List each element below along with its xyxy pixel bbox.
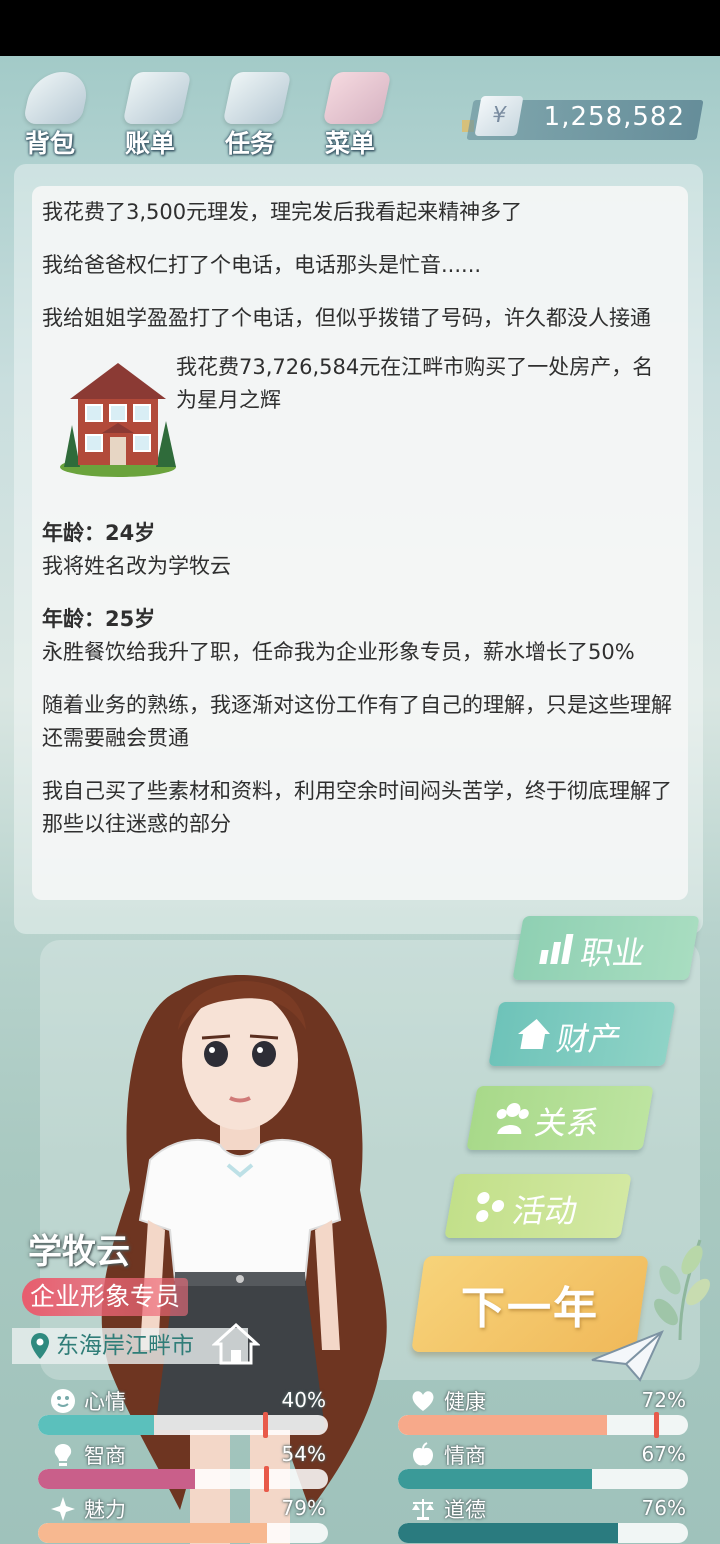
- stat-fill: [38, 1469, 195, 1489]
- next-year-label: 下一年: [461, 1283, 599, 1334]
- location-pin-icon: [31, 1333, 49, 1359]
- career-label: 职业: [577, 934, 649, 972]
- property-button[interactable]: 财产: [488, 1002, 676, 1066]
- age-heading: 年龄：25岁: [42, 607, 156, 631]
- log-entry: 我自己买了些素材和资料，利用空余时间闷头苦学，终于彻底理解了那些以往迷惑的部分: [42, 779, 672, 836]
- apple-icon: [413, 1442, 433, 1466]
- log-entry: 我给爸爸权仁打了个电话，电话那头是忙音......: [42, 253, 482, 277]
- log-entry: 永胜餐饮给我升了职，任命我为企业形象专员，薪水增长了50%: [42, 640, 635, 664]
- heart-icon: [412, 1391, 434, 1411]
- backpack-label: 背包: [24, 129, 75, 158]
- stat-bar: [38, 1469, 328, 1489]
- status-bar: [0, 0, 720, 56]
- stat-eq: 情商 67%: [398, 1436, 688, 1489]
- relations-button[interactable]: 关系: [466, 1086, 654, 1150]
- house-outline-icon[interactable]: [212, 1322, 260, 1366]
- stat-morality: 道德 76%: [398, 1490, 688, 1543]
- stat-fill: [38, 1415, 154, 1435]
- property-label: 财产: [553, 1020, 625, 1058]
- log-entry: 我将姓名改为学牧云: [42, 554, 231, 578]
- stat-change-marker: [264, 1466, 269, 1492]
- activity-icon: [476, 1192, 505, 1222]
- task-button[interactable]: 任务: [210, 64, 300, 164]
- career-button[interactable]: 职业: [512, 916, 700, 980]
- character-name: 学牧云: [28, 1232, 130, 1272]
- stat-bar: [398, 1415, 688, 1435]
- smiley-icon: [51, 1389, 75, 1413]
- backpack-button[interactable]: 背包: [10, 64, 100, 164]
- chart-icon: [539, 934, 574, 964]
- stat-bar: [398, 1523, 688, 1543]
- stat-fill: [398, 1523, 619, 1543]
- stat-value: 79%: [281, 1496, 326, 1520]
- people-icon: [496, 1103, 529, 1134]
- stat-fill: [398, 1415, 607, 1435]
- scales-icon: [412, 1499, 434, 1520]
- menu-button[interactable]: 菜单: [310, 64, 400, 164]
- lightbulb-icon: [54, 1444, 72, 1466]
- stat-name: 智商: [84, 1444, 126, 1468]
- stat-bar: [398, 1469, 688, 1489]
- stat-value: 40%: [281, 1388, 326, 1412]
- stat-change-marker: [263, 1412, 268, 1438]
- task-icon: [222, 72, 292, 124]
- job-badge: 企业形象专员: [22, 1278, 189, 1316]
- menu-icon: [322, 72, 392, 124]
- stat-value: 54%: [281, 1442, 326, 1466]
- yuan-icon: ¥: [474, 96, 524, 136]
- stat-mood: 心情 40%: [38, 1382, 328, 1438]
- stat-name: 道德: [444, 1498, 486, 1522]
- activities-button[interactable]: 活动: [444, 1174, 632, 1238]
- paper-plane-icon: [591, 1330, 664, 1382]
- age-heading: 年龄：24岁: [42, 521, 156, 545]
- stat-charm: 魅力 79%: [38, 1490, 328, 1543]
- stat-fill: [398, 1469, 593, 1489]
- stat-bar: [38, 1523, 328, 1543]
- menu-label: 菜单: [324, 129, 375, 158]
- stat-iq: 智商 54%: [38, 1436, 328, 1492]
- log-entry: 我花费了3,500元理发，理完发后我看起来精神多了: [42, 200, 523, 224]
- log-entry: 我给姐姐学盈盈打了个电话，但似乎拨错了号码，许久都没人接通: [42, 306, 651, 330]
- stat-value: 67%: [641, 1442, 686, 1466]
- stat-name: 情商: [444, 1444, 486, 1468]
- location-text: 东海岸江畔市: [56, 1333, 194, 1359]
- log-entry: 随着业务的熟练，我逐渐对这份工作有了自己的理解，只是这些理解还需要融会贯通: [42, 693, 672, 750]
- stat-value: 76%: [641, 1496, 686, 1520]
- stat-value: 72%: [641, 1388, 686, 1412]
- stat-bar: [38, 1415, 328, 1435]
- stat-name: 健康: [444, 1390, 486, 1414]
- house-purchase-text: 我花费73,726,584元在江畔市购买了一处房产，名为星月之辉: [176, 355, 654, 412]
- stat-change-marker: [654, 1412, 659, 1438]
- bill-button[interactable]: 账单: [110, 64, 200, 164]
- stat-fill: [38, 1523, 268, 1543]
- bill-icon: [122, 72, 192, 124]
- relations-label: 关系: [531, 1104, 603, 1142]
- top-toolbar: 背包 账单 任务 菜单 ¥ 1,258,582: [0, 56, 720, 166]
- house-log-entry: 我花费73,726,584元在江畔市购买了一处房产，名为星月之辉: [42, 355, 678, 505]
- stats-panel: 心情 40% 健康 72% 智商 54% 情商 67% 魅力 79% 道德 76…: [0, 1378, 720, 1544]
- house-icon: [60, 363, 176, 477]
- life-log[interactable]: 我花费了3,500元理发，理完发后我看起来精神多了 我给爸爸权仁打了个电话，电话…: [32, 186, 688, 900]
- sparkle-icon: [51, 1497, 75, 1521]
- activities-label: 活动: [509, 1192, 581, 1230]
- task-label: 任务: [224, 129, 275, 158]
- backpack-icon: [22, 72, 92, 124]
- leaves-decoration: [654, 1239, 710, 1340]
- bill-label: 账单: [124, 129, 175, 158]
- stat-name: 心情: [84, 1390, 126, 1414]
- stat-name: 魅力: [84, 1498, 126, 1522]
- money-value: 1,258,582: [543, 102, 685, 132]
- home-icon: [518, 1019, 550, 1049]
- stat-health: 健康 72%: [398, 1382, 688, 1438]
